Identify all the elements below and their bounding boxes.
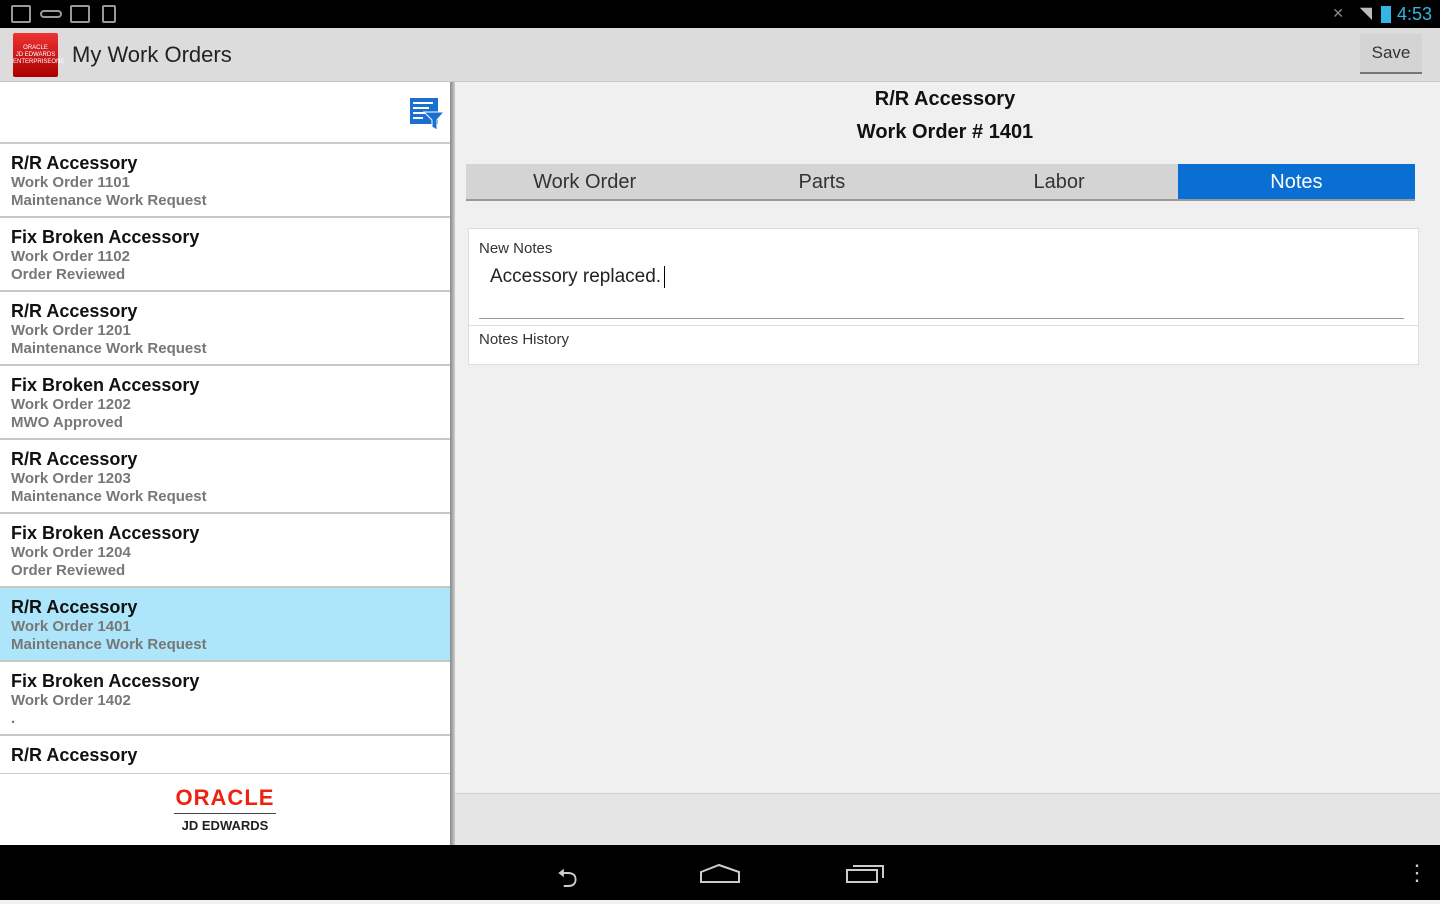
detail-tabs: Work Order Parts Labor Notes [466, 164, 1415, 201]
save-button[interactable]: Save [1360, 34, 1422, 74]
clock: 4:53 [1396, 4, 1432, 24]
item-title: R/R Accessory [11, 153, 138, 173]
tab-parts[interactable]: Parts [703, 164, 940, 199]
work-order-list-item[interactable]: Fix Broken Accessory Work Order 1202 MWO A… [0, 366, 450, 440]
item-work-order: Work Order 1402 [11, 692, 131, 709]
item-status: Maintenance Work Request [11, 488, 207, 505]
oracle-logo: ORACLE [173, 785, 277, 814]
new-notes-input[interactable]: Accessory replaced. [479, 259, 1404, 319]
key-icon [40, 10, 62, 18]
detail-bottom-bar [455, 793, 1440, 845]
overflow-menu-icon[interactable]: ⋮ [1406, 860, 1428, 886]
app-logo: ORACLE JD EDWARDS ENTERPRISEONE [13, 33, 64, 77]
jd-edwards-label: JD EDWARDS [181, 818, 269, 833]
tab-work-order[interactable]: Work Order [466, 164, 703, 199]
item-status: Order Reviewed [11, 266, 126, 283]
divider [469, 325, 1418, 326]
work-order-list-item[interactable]: Fix Broken Accessory Work Order 1402. [0, 662, 450, 736]
tab-notes[interactable]: Notes [1177, 164, 1415, 199]
item-title: Fix Broken Accessory [11, 671, 200, 691]
app-bar: ORACLE JD EDWARDS ENTERPRISEONE My Work Or… [0, 28, 1440, 82]
back-icon[interactable]: ⮌ [557, 860, 578, 904]
work-order-list-item[interactable]: Fix Broken Accessory Work Order 1204 Order… [0, 514, 450, 588]
mute-icon: ✕ [1332, 5, 1344, 21]
image-icon [11, 5, 31, 23]
status-bar: ✕ ◥ 4:53 [0, 0, 1440, 28]
work-order-list-item[interactable]: R/R Accessory Work Order 1101 Maintenance … [0, 144, 450, 218]
text-cursor [664, 266, 666, 288]
item-status: Order Reviewed [11, 562, 126, 579]
item-title: R/R Accessory [11, 597, 138, 617]
recent-apps-icon[interactable] [845, 862, 885, 884]
item-work-order: Work Order 1401 [11, 618, 131, 635]
item-title: R/R Accessory [11, 449, 138, 469]
item-title: Fix Broken Accessory [11, 375, 200, 395]
work-order-list-item[interactable]: R/R Accessory Work Order 1401 Maintenance … [0, 588, 450, 662]
new-notes-value: Accessory replaced. [490, 266, 662, 288]
item-status: . [11, 710, 16, 727]
item-status: MWO Approved [11, 414, 123, 431]
filter-list-icon[interactable] [410, 98, 444, 130]
item-work-order: Work Order 1204 [11, 544, 131, 561]
oracle-footer-logo: ORACLE JD EDWARDS [0, 773, 450, 845]
panel-divider [450, 82, 455, 845]
work-order-list-item[interactable]: Fix Broken Accessory Work Order 1102 Order… [0, 218, 450, 292]
work-order-list-panel: R/R Accessory Work Order 1101 Maintenance … [0, 82, 450, 845]
battery-icon [1381, 6, 1391, 23]
work-order-list-item[interactable]: R/R Accessory Work Order 1203 Maintenance … [0, 440, 450, 514]
item-title: Fix Broken Accessory [11, 523, 200, 543]
home-icon[interactable] [699, 862, 741, 884]
item-status: Maintenance Work Request [11, 636, 207, 653]
item-work-order: Work Order 1201 [11, 322, 131, 339]
item-title: Fix Broken Accessory [11, 227, 200, 247]
new-notes-label: New Notes [479, 240, 553, 257]
detail-work-order-number: Work Order # 1401 [856, 121, 1034, 143]
notes-history-label[interactable]: Notes History [479, 331, 569, 348]
item-work-order: Work Order 1203 [11, 470, 131, 487]
notes-card: New Notes Accessory replaced. Notes Hist… [468, 228, 1419, 365]
item-status: Maintenance Work Request [11, 340, 207, 357]
tab-labor[interactable]: Labor [941, 164, 1178, 199]
gmail-icon [70, 5, 90, 23]
item-work-order: Work Order 1102 [11, 248, 130, 265]
item-title: R/R Accessory [11, 745, 138, 765]
detail-title: R/R Accessory [874, 88, 1016, 110]
item-work-order: Work Order 1202 [11, 396, 131, 413]
item-work-order: Work Order 1101 [11, 174, 130, 191]
wifi-icon: ◥ [1359, 5, 1372, 22]
app-title: My Work Orders [72, 42, 232, 67]
work-order-list-item[interactable]: R/R Accessory Work Order 1201 Maintenance … [0, 292, 450, 366]
system-nav-bar: ⮌ ⋮ [0, 845, 1440, 900]
item-status: Maintenance Work Request [11, 192, 207, 209]
download-icon [102, 5, 116, 23]
item-title: R/R Accessory [11, 301, 138, 321]
filter-bar [0, 82, 450, 144]
